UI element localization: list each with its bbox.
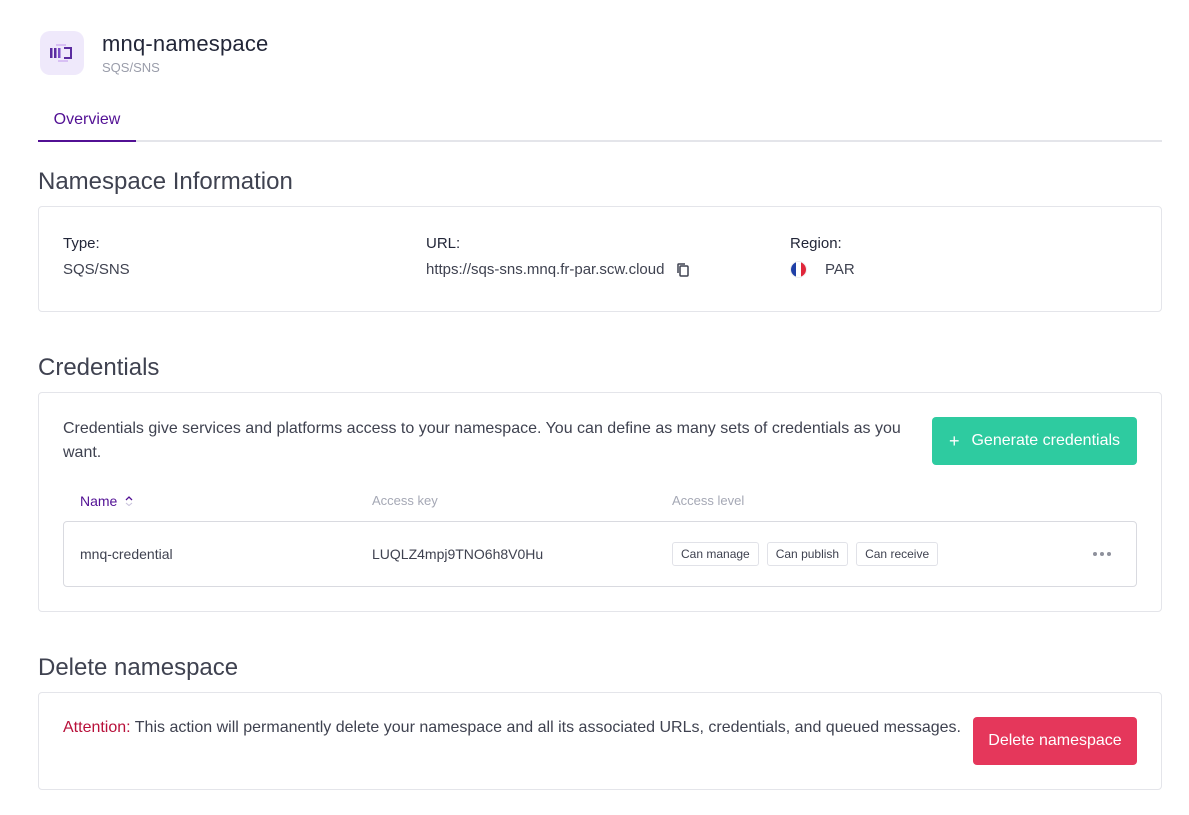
copy-icon[interactable]: [676, 262, 690, 278]
more-actions-icon[interactable]: [1090, 542, 1114, 566]
badge-can-publish: Can publish: [766, 542, 849, 566]
page-title: mnq-namespace: [102, 31, 269, 56]
credential-access-key: LUQLZ4mpj9TNO6h8V0Hu: [372, 546, 544, 562]
access-level-badges: Can manage Can publish Can receive: [672, 522, 946, 586]
queue-icon: [40, 31, 84, 75]
column-header-name-label: Name: [80, 493, 118, 509]
url-label: URL:: [426, 235, 461, 252]
delete-namespace-button[interactable]: Delete namespace: [973, 717, 1137, 765]
section-title-namespace-info: Namespace Information: [38, 168, 293, 195]
plus-icon: +: [948, 430, 960, 451]
credentials-card: Credentials give services and platforms …: [38, 392, 1162, 612]
url-field: URL: https://sqs-sns.mnq.fr-par.scw.clou…: [426, 235, 690, 278]
badge-can-manage: Can manage: [672, 542, 759, 566]
column-header-name[interactable]: Name: [80, 493, 133, 509]
delete-card: Attention: This action will permanently …: [38, 692, 1162, 790]
column-header-access-level: Access level: [672, 493, 745, 508]
section-title-credentials: Credentials: [38, 354, 160, 381]
section-title-delete: Delete namespace: [38, 654, 239, 681]
delete-message: This action will permanently delete your…: [130, 719, 961, 736]
sort-icon: [125, 496, 133, 506]
column-header-access-key: Access key: [372, 493, 438, 508]
tab-bar: Overview: [38, 100, 1162, 142]
table-row: mnq-credential LUQLZ4mpj9TNO6h8V0Hu Can …: [63, 521, 1137, 587]
region-label: Region:: [790, 235, 842, 252]
generate-credentials-label: Generate credentials: [971, 432, 1121, 449]
france-flag-icon: [790, 261, 807, 278]
region-value: PAR: [825, 261, 855, 278]
page-subtitle: SQS/SNS: [102, 60, 160, 75]
url-value: https://sqs-sns.mnq.fr-par.scw.cloud: [426, 261, 665, 278]
attention-label: Attention:: [63, 719, 131, 736]
badge-can-receive: Can receive: [856, 542, 939, 566]
generate-credentials-button[interactable]: + Generate credentials: [932, 417, 1137, 465]
region-field: Region: PAR: [790, 235, 855, 278]
delete-warning: Attention: This action will permanently …: [63, 719, 961, 737]
type-value: SQS/SNS: [63, 261, 130, 278]
page-header: mnq-namespace SQS/SNS: [40, 30, 268, 76]
tab-overview[interactable]: Overview: [38, 100, 136, 142]
type-label: Type:: [63, 235, 100, 252]
namespace-info-card: Type: SQS/SNS URL: https://sqs-sns.mnq.f…: [38, 206, 1162, 312]
type-field: Type: SQS/SNS: [63, 235, 130, 278]
credential-name: mnq-credential: [80, 546, 173, 562]
credentials-description: Credentials give services and platforms …: [63, 420, 901, 461]
